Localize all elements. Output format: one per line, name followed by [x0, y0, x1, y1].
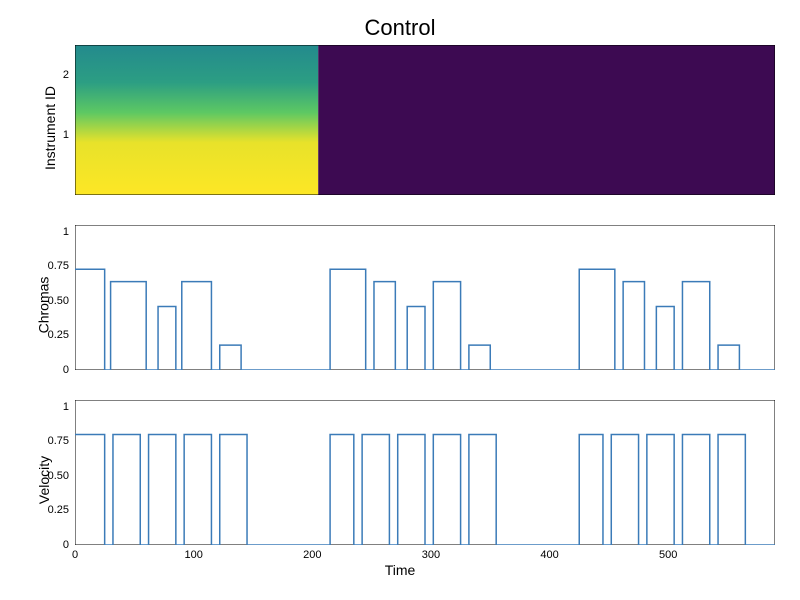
xlabel: Time [0, 562, 800, 578]
tick-label: 400 [540, 545, 558, 561]
figure: Control 12 Instrument ID 00.250.500.75 [0, 0, 800, 600]
panel-instrument-id: 12 [75, 45, 775, 195]
tick-label: 0.75 [48, 435, 75, 447]
tick-label: 2 [63, 69, 75, 81]
panel-velocity: 00.250.500.7510100200300400500 [75, 400, 775, 545]
tick-label: 300 [422, 545, 440, 561]
tick-label: 1 [63, 401, 75, 413]
tick-label: 0.25 [48, 504, 75, 516]
panel-chromas: 00.250.500.751 [75, 225, 775, 370]
tick-label: 0.25 [48, 329, 75, 341]
tick-label: 200 [303, 545, 321, 561]
figure-title: Control [0, 15, 800, 41]
tick-label: 0 [72, 545, 78, 561]
ylabel-instrument-id: Instrument ID [42, 86, 58, 170]
tick-label: 1 [63, 129, 75, 141]
tick-label: 0 [63, 364, 75, 376]
tick-label: 1 [63, 226, 75, 238]
ylabel-chromas: Chromas [35, 277, 51, 334]
tick-label: 0.75 [48, 260, 75, 272]
ylabel-velocity: Velocity [36, 456, 52, 504]
tick-label: 100 [184, 545, 202, 561]
tick-label: 500 [659, 545, 677, 561]
tick-label: 0.50 [48, 295, 75, 307]
